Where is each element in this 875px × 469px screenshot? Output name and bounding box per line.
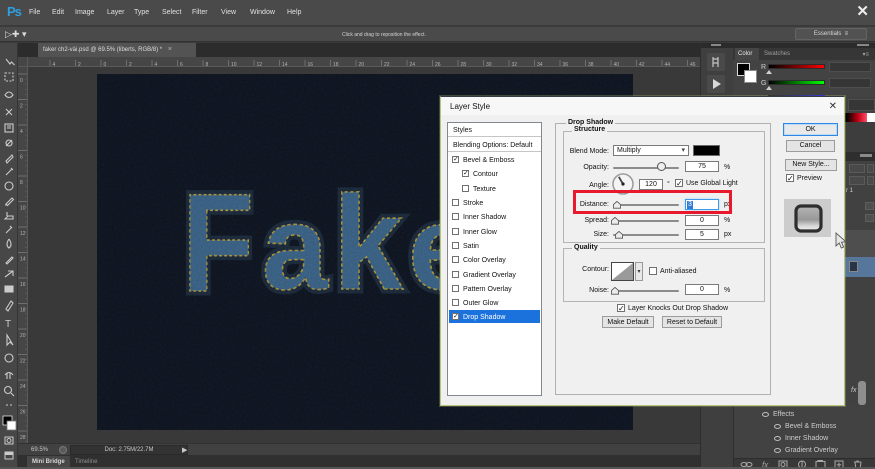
svg-text:18: 18 <box>333 62 339 67</box>
svg-text:20: 20 <box>359 62 365 67</box>
svg-text:2: 2 <box>20 104 23 110</box>
svg-text:10: 10 <box>20 206 26 212</box>
svg-text:F: F <box>182 164 254 321</box>
svg-text:4: 4 <box>155 62 158 67</box>
svg-text:26: 26 <box>435 62 441 67</box>
svg-text:0: 0 <box>104 62 107 67</box>
svg-text:6: 6 <box>20 155 23 161</box>
svg-text:28: 28 <box>461 62 467 67</box>
svg-text:14: 14 <box>20 257 26 263</box>
svg-text:4: 4 <box>53 62 56 67</box>
svg-text:0: 0 <box>20 78 23 84</box>
svg-text:18: 18 <box>20 308 26 314</box>
svg-text:46: 46 <box>690 62 696 67</box>
svg-text:10: 10 <box>231 62 237 67</box>
svg-text:24: 24 <box>20 384 26 390</box>
svg-text:20: 20 <box>20 333 26 339</box>
svg-text:2: 2 <box>78 62 81 67</box>
svg-text:26: 26 <box>20 410 26 416</box>
svg-text:30: 30 <box>486 62 492 67</box>
svg-text:12: 12 <box>257 62 263 67</box>
svg-text:16: 16 <box>20 282 26 288</box>
svg-text:22: 22 <box>20 359 26 365</box>
svg-text:14: 14 <box>282 62 288 67</box>
svg-text:8: 8 <box>206 62 209 67</box>
svg-text:k: k <box>333 169 403 318</box>
svg-text:38: 38 <box>588 62 594 67</box>
svg-text:T: T <box>5 319 11 330</box>
svg-text:40: 40 <box>614 62 620 67</box>
svg-text:16: 16 <box>308 62 314 67</box>
svg-text:32: 32 <box>512 62 518 67</box>
svg-text:44: 44 <box>665 62 671 67</box>
svg-text:6: 6 <box>180 62 183 67</box>
svg-text:22: 22 <box>384 62 390 67</box>
svg-text:28: 28 <box>20 435 26 441</box>
svg-text:12: 12 <box>20 231 26 237</box>
svg-text:2: 2 <box>129 62 132 67</box>
svg-text:34: 34 <box>537 62 543 67</box>
svg-text:a: a <box>262 181 329 315</box>
svg-text:42: 42 <box>639 62 645 67</box>
svg-text:8: 8 <box>20 180 23 186</box>
svg-text:36: 36 <box>563 62 569 67</box>
svg-text:24: 24 <box>410 62 416 67</box>
svg-text:4: 4 <box>20 129 23 135</box>
